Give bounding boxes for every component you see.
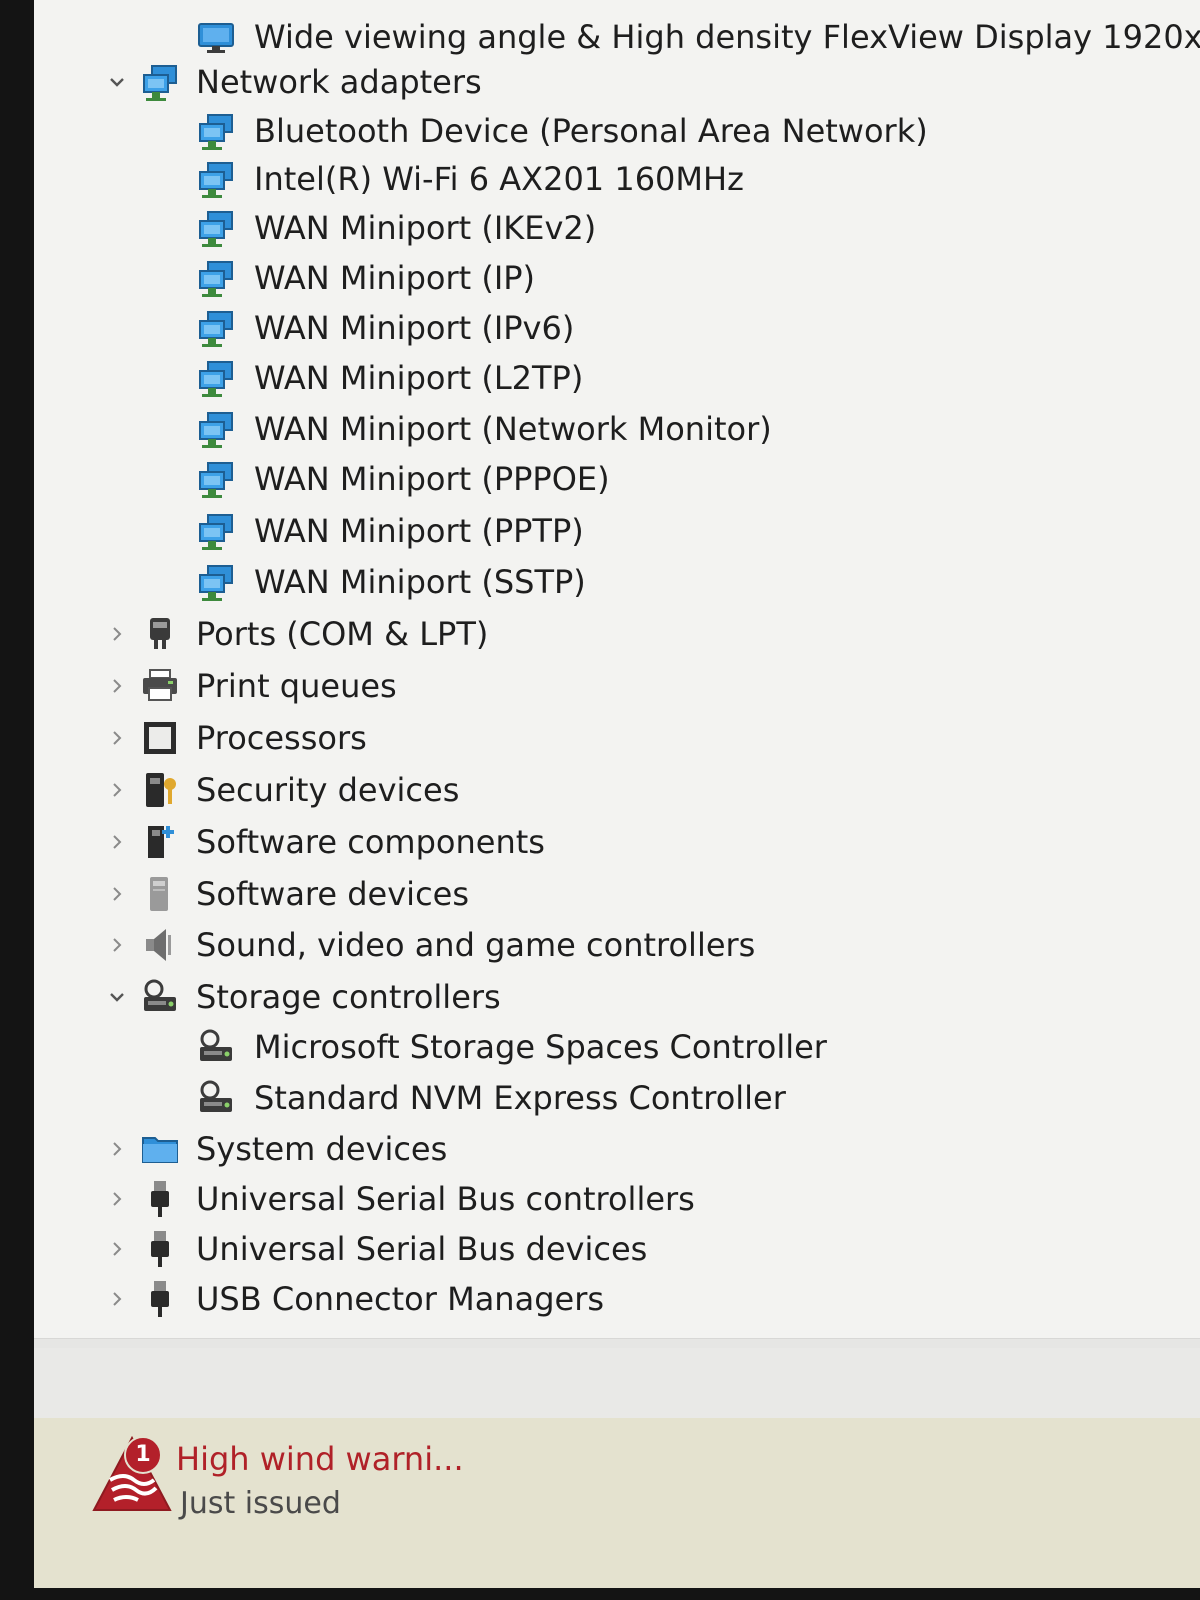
tree-item-label: WAN Miniport (L2TP): [254, 359, 584, 397]
tree-item-label: WAN Miniport (IP): [254, 259, 536, 297]
tree-item[interactable]: Storage controllers: [34, 973, 1200, 1021]
tree-item[interactable]: WAN Miniport (IKEv2): [34, 204, 1200, 252]
chevron-right-icon[interactable]: [106, 1288, 128, 1310]
notification-count-badge: 1: [124, 1436, 162, 1474]
tree-item-label: Universal Serial Bus devices: [196, 1230, 648, 1268]
network-adapter-icon: [140, 62, 180, 102]
printer-icon: [140, 666, 180, 706]
tree-item[interactable]: Network adapters: [34, 58, 1200, 106]
tree-item-label: WAN Miniport (Network Monitor): [254, 410, 772, 448]
notification-title: High wind warni...: [176, 1440, 464, 1478]
network-adapter-icon: [196, 511, 236, 551]
tree-item-label: Sound, video and game controllers: [196, 926, 756, 964]
tree-item-label: System devices: [196, 1130, 448, 1168]
tree-item[interactable]: Print queues: [34, 662, 1200, 710]
tree-item-label: Software devices: [196, 875, 470, 913]
tree-item[interactable]: Bluetooth Device (Personal Area Network): [34, 107, 1200, 155]
tree-item-label: Wide viewing angle & High density FlexVi…: [254, 18, 1200, 56]
network-adapter-icon: [196, 308, 236, 348]
chevron-right-icon[interactable]: [106, 934, 128, 956]
usb-plug-icon: [140, 1279, 180, 1319]
tree-item[interactable]: WAN Miniport (SSTP): [34, 558, 1200, 606]
tree-item[interactable]: Wide viewing angle & High density FlexVi…: [34, 13, 1200, 61]
tree-item[interactable]: Security devices: [34, 766, 1200, 814]
tree-item-label: USB Connector Managers: [196, 1280, 605, 1318]
notification-subtitle: Just issued: [180, 1486, 341, 1521]
tree-item-label: Print queues: [196, 667, 397, 705]
tree-item[interactable]: Universal Serial Bus controllers: [34, 1175, 1200, 1223]
tree-item-label: Ports (COM & LPT): [196, 615, 489, 653]
tree-item-label: WAN Miniport (SSTP): [254, 563, 586, 601]
tree-item[interactable]: WAN Miniport (Network Monitor): [34, 405, 1200, 453]
tree-item-label: WAN Miniport (IPv6): [254, 309, 575, 347]
usb-plug-icon: [140, 1179, 180, 1219]
storage-controller-icon: [140, 977, 180, 1017]
tree-item[interactable]: Sound, video and game controllers: [34, 921, 1200, 969]
network-adapter-icon: [196, 258, 236, 298]
network-adapter-icon: [196, 358, 236, 398]
status-bar: [34, 1348, 1200, 1418]
port-connector-icon: [140, 614, 180, 654]
tree-item[interactable]: Microsoft Storage Spaces Controller: [34, 1023, 1200, 1071]
chevron-right-icon[interactable]: [106, 883, 128, 905]
tree-item-label: Intel(R) Wi-Fi 6 AX201 160MHz: [254, 160, 744, 198]
tree-item[interactable]: WAN Miniport (IPv6): [34, 304, 1200, 352]
software-component-icon: [140, 822, 180, 862]
chevron-right-icon[interactable]: [106, 1138, 128, 1160]
tree-item[interactable]: WAN Miniport (IP): [34, 254, 1200, 302]
monitor-icon: [196, 17, 236, 57]
tree-item[interactable]: Processors: [34, 714, 1200, 762]
chevron-down-icon[interactable]: [106, 986, 128, 1008]
notification-toast[interactable]: 1 High wind warni... Just issued: [34, 1418, 1200, 1588]
tree-item[interactable]: USB Connector Managers: [34, 1275, 1200, 1323]
usb-plug-icon: [140, 1229, 180, 1269]
tree-item-label: WAN Miniport (IKEv2): [254, 209, 597, 247]
tree-item[interactable]: Software components: [34, 818, 1200, 866]
tree-item-label: Processors: [196, 719, 367, 757]
tree-item[interactable]: Standard NVM Express Controller: [34, 1074, 1200, 1122]
network-adapter-icon: [196, 208, 236, 248]
speaker-icon: [140, 925, 180, 965]
tree-item[interactable]: WAN Miniport (L2TP): [34, 354, 1200, 402]
chevron-right-icon[interactable]: [106, 779, 128, 801]
chevron-down-icon[interactable]: [106, 71, 128, 93]
chevron-right-icon[interactable]: [106, 623, 128, 645]
network-adapter-icon: [196, 159, 236, 199]
tree-item-label: Standard NVM Express Controller: [254, 1079, 786, 1117]
tree-item[interactable]: WAN Miniport (PPPOE): [34, 455, 1200, 503]
tree-item-label: WAN Miniport (PPTP): [254, 512, 584, 550]
network-adapter-icon: [196, 459, 236, 499]
device-manager-window: Wide viewing angle & High density FlexVi…: [34, 0, 1200, 1588]
chevron-right-icon[interactable]: [106, 675, 128, 697]
storage-controller-icon: [196, 1078, 236, 1118]
tree-item[interactable]: WAN Miniport (PPTP): [34, 507, 1200, 555]
tree-item[interactable]: Intel(R) Wi-Fi 6 AX201 160MHz: [34, 155, 1200, 203]
chevron-right-icon[interactable]: [106, 727, 128, 749]
tree-item-label: Universal Serial Bus controllers: [196, 1180, 695, 1218]
tree-item-label: Storage controllers: [196, 978, 501, 1016]
network-adapter-icon: [196, 409, 236, 449]
network-adapter-icon: [196, 111, 236, 151]
chevron-right-icon[interactable]: [106, 1238, 128, 1260]
tree-item-label: Bluetooth Device (Personal Area Network): [254, 112, 928, 150]
software-device-icon: [140, 874, 180, 914]
tree-item[interactable]: Ports (COM & LPT): [34, 610, 1200, 658]
security-key-icon: [140, 770, 180, 810]
folder-icon: [140, 1129, 180, 1169]
tree-item-label: Microsoft Storage Spaces Controller: [254, 1028, 827, 1066]
network-adapter-icon: [196, 562, 236, 602]
tree-item-label: Security devices: [196, 771, 460, 809]
tree-item[interactable]: Software devices: [34, 870, 1200, 918]
tree-item-label: Software components: [196, 823, 545, 861]
tree-item[interactable]: System devices: [34, 1125, 1200, 1173]
tree-item[interactable]: Universal Serial Bus devices: [34, 1225, 1200, 1273]
tree-item-label: Network adapters: [196, 63, 482, 101]
chevron-right-icon[interactable]: [106, 1188, 128, 1210]
storage-controller-icon: [196, 1027, 236, 1067]
tree-item-label: WAN Miniport (PPPOE): [254, 460, 610, 498]
processor-chip-icon: [140, 718, 180, 758]
chevron-right-icon[interactable]: [106, 831, 128, 853]
